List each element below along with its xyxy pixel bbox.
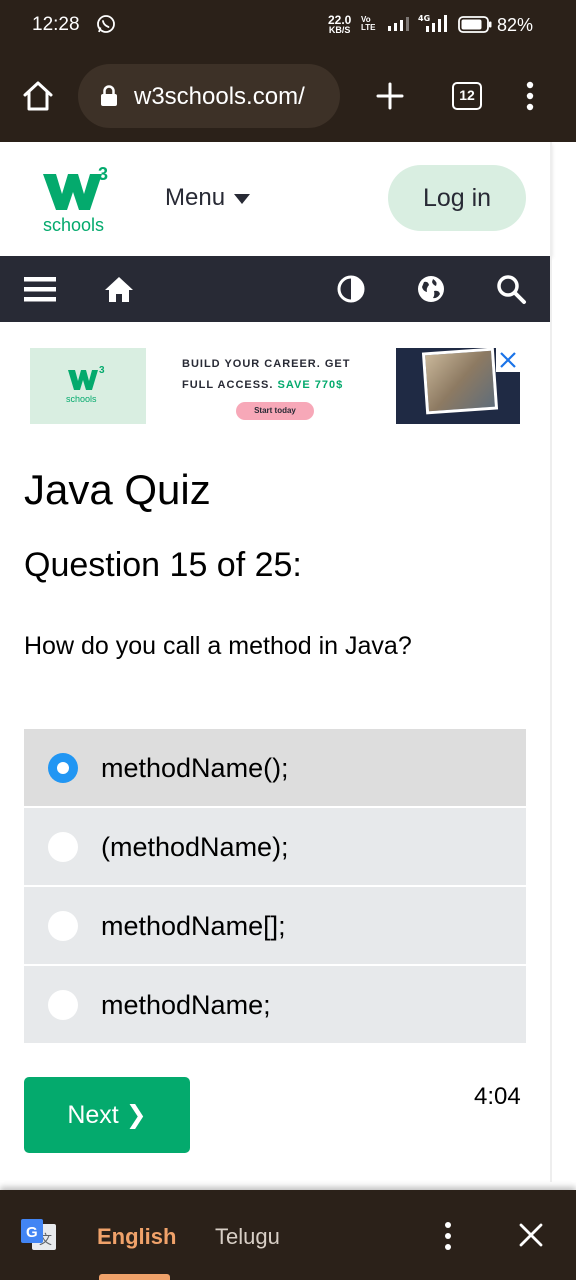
screen: 12:28 22.0 KB/S Vo LTE 4G 82% w3schools.… bbox=[0, 0, 576, 1280]
ad-headline: BUILD YOUR CAREER. GET bbox=[182, 358, 351, 370]
page-edge bbox=[550, 142, 552, 1182]
4g-signal-icon: 4G bbox=[418, 14, 447, 32]
answer-option[interactable]: methodName[]; bbox=[24, 887, 526, 964]
menu-dropdown[interactable]: Menu bbox=[165, 184, 225, 212]
home-icon[interactable] bbox=[103, 273, 135, 305]
ad-banner[interactable]: 3 schools BUILD YOUR CAREER. GET FULL AC… bbox=[30, 348, 520, 424]
radio-button-selected[interactable] bbox=[48, 753, 78, 783]
ad-photo-image bbox=[421, 348, 499, 415]
radio-button[interactable] bbox=[48, 911, 78, 941]
close-icon[interactable] bbox=[496, 348, 520, 372]
page-title: Java Quiz bbox=[24, 466, 211, 513]
ad-logo-text: schools bbox=[66, 394, 97, 404]
site-nav bbox=[0, 256, 552, 322]
more-vert-icon[interactable] bbox=[520, 78, 540, 114]
answer-option[interactable]: methodName; bbox=[24, 966, 526, 1043]
logo-text: schools bbox=[43, 215, 104, 235]
answer-label: methodName(); bbox=[101, 753, 289, 783]
w3schools-logo[interactable]: 3 schools bbox=[40, 164, 116, 236]
site-header: 3 schools Menu Log in bbox=[0, 142, 552, 256]
signal-icon bbox=[388, 17, 409, 31]
volte-bottom: LTE bbox=[361, 23, 376, 32]
ad-subline: FULL ACCESS. SAVE 770$ bbox=[182, 379, 343, 391]
battery-percent: 82% bbox=[497, 15, 534, 35]
answer-option[interactable]: (methodName); bbox=[24, 808, 526, 885]
tab-english[interactable]: English bbox=[97, 1224, 176, 1250]
ad-cta-button[interactable]: Start today bbox=[236, 402, 314, 420]
tab-telugu[interactable]: Telugu bbox=[215, 1224, 280, 1250]
google-translate-icon[interactable]: 文 G bbox=[20, 1218, 58, 1252]
ad-subline-prefix: FULL ACCESS. bbox=[182, 379, 274, 391]
home-icon[interactable] bbox=[20, 78, 56, 114]
ad-logo-panel: 3 schools bbox=[30, 348, 146, 424]
more-vert-icon[interactable] bbox=[438, 1218, 458, 1254]
logo-superscript: 3 bbox=[98, 164, 108, 184]
ad-w3schools-logo: 3 schools bbox=[66, 365, 105, 404]
quiz-timer: 4:04 bbox=[474, 1083, 521, 1110]
question-number: Question 15 of 25: bbox=[24, 546, 302, 584]
radio-button[interactable] bbox=[48, 990, 78, 1020]
tab-switcher-button[interactable]: 12 bbox=[452, 82, 482, 110]
answer-label: methodName[]; bbox=[101, 911, 286, 941]
question-text: How do you call a method in Java? bbox=[24, 632, 412, 660]
whatsapp-icon bbox=[97, 15, 115, 33]
net-speed: 22.0 KB/S bbox=[328, 14, 351, 35]
login-button[interactable]: Log in bbox=[388, 165, 526, 231]
status-time: 12:28 bbox=[32, 14, 80, 35]
plus-icon[interactable] bbox=[372, 78, 408, 114]
answer-label: methodName; bbox=[101, 990, 271, 1020]
answer-options: methodName(); (methodName); methodName[]… bbox=[24, 729, 526, 1045]
net-speed-unit: KB/S bbox=[328, 25, 351, 35]
globe-icon[interactable] bbox=[415, 273, 447, 305]
browser-toolbar: w3schools.com/ 12 bbox=[0, 50, 576, 142]
status-bar: 12:28 22.0 KB/S Vo LTE 4G 82% bbox=[0, 0, 576, 50]
address-bar[interactable]: w3schools.com/ bbox=[78, 64, 340, 128]
svg-text:G: G bbox=[26, 1224, 38, 1241]
next-button[interactable]: Next ❯ bbox=[24, 1077, 190, 1153]
radio-button[interactable] bbox=[48, 832, 78, 862]
hamburger-icon[interactable] bbox=[24, 273, 56, 305]
network-type: 4G bbox=[418, 14, 430, 23]
lock-icon bbox=[101, 85, 117, 106]
search-icon[interactable] bbox=[495, 273, 527, 305]
ad-logo-superscript: 3 bbox=[99, 365, 105, 376]
answer-label: (methodName); bbox=[101, 832, 289, 862]
close-icon[interactable] bbox=[516, 1220, 546, 1250]
battery-icon bbox=[458, 16, 492, 33]
translate-bar: 文 G English Telugu bbox=[0, 1190, 576, 1280]
url-text: w3schools.com/ bbox=[134, 83, 305, 110]
answer-option[interactable]: methodName(); bbox=[24, 729, 526, 806]
active-tab-indicator bbox=[99, 1274, 170, 1280]
ad-save-text: SAVE 770$ bbox=[277, 379, 344, 391]
contrast-icon[interactable] bbox=[335, 273, 367, 305]
caret-down-icon[interactable] bbox=[234, 194, 250, 204]
volte-indicator: Vo LTE bbox=[361, 16, 376, 32]
